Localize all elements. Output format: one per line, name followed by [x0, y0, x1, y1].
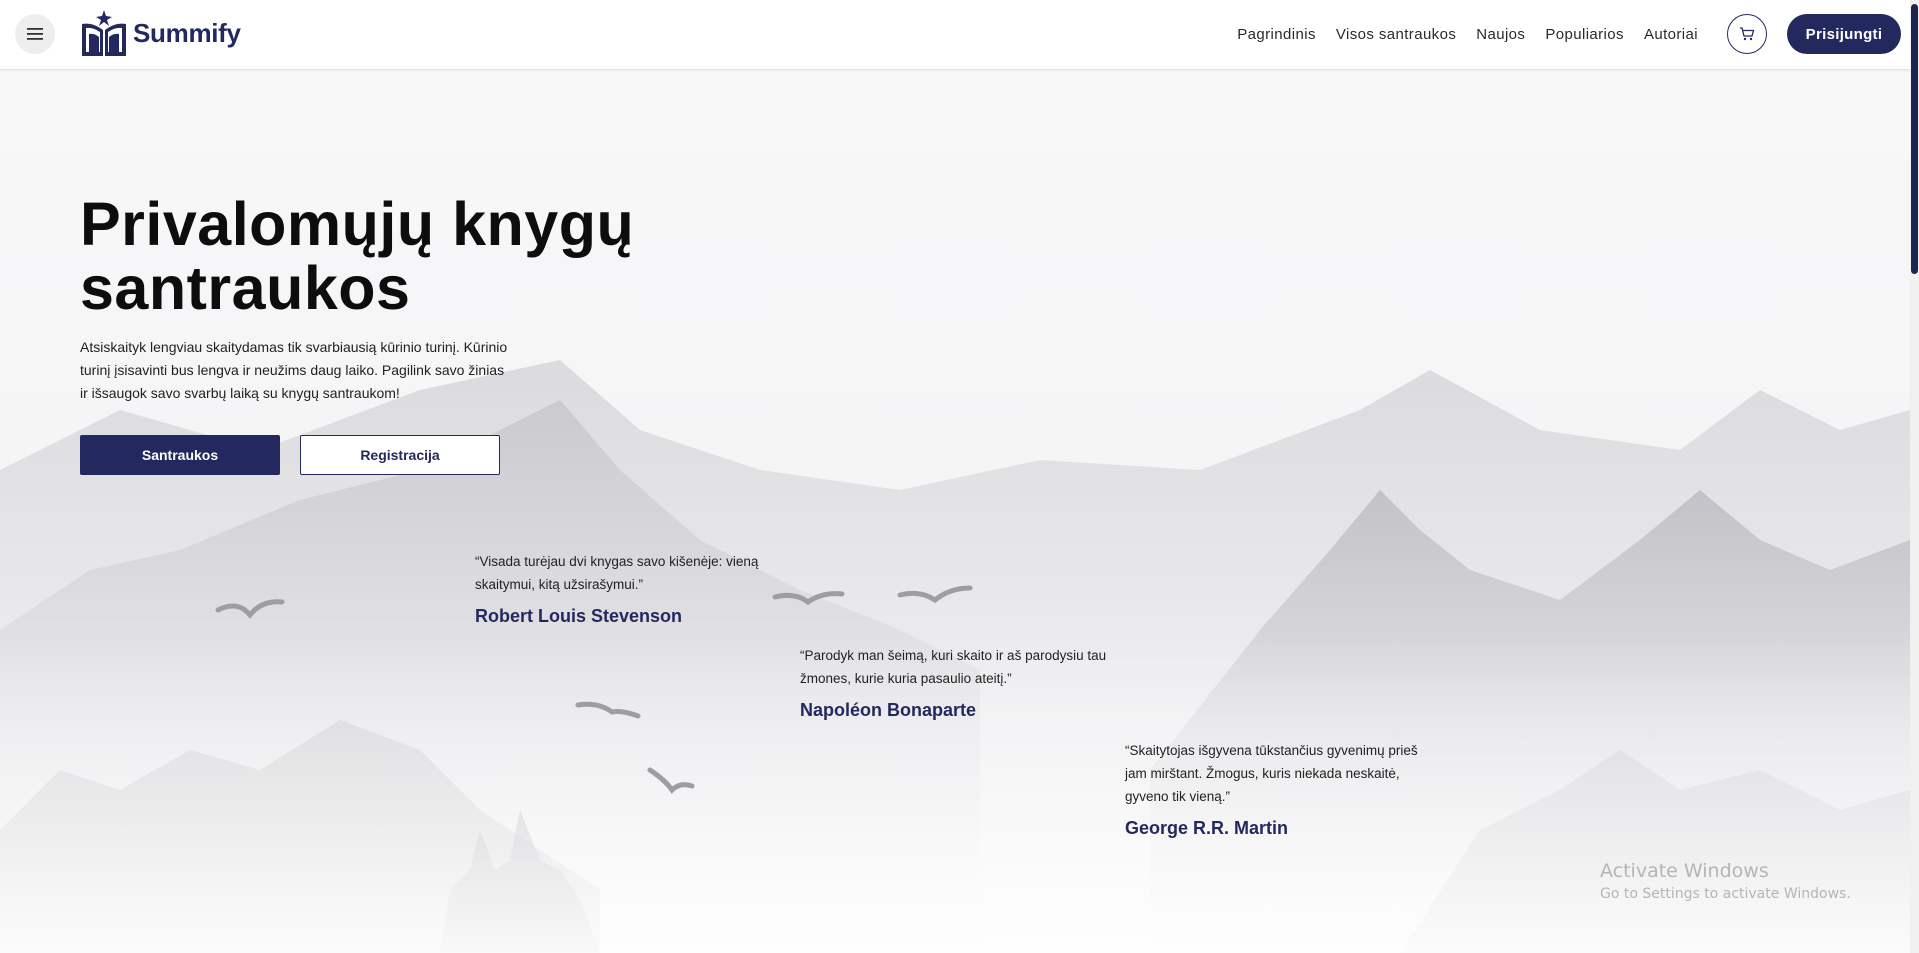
quote-author: George R.R. Martin: [1125, 818, 1289, 838]
nav-item-autoriai[interactable]: Autoriai: [1644, 26, 1698, 43]
cart-button[interactable]: [1727, 14, 1767, 54]
brand-name: Summify: [133, 17, 241, 48]
nav-item-pagrindinis[interactable]: Pagrindinis: [1237, 26, 1316, 43]
activate-windows-title: Activate Windows: [1600, 860, 1769, 882]
cart-icon: [1740, 27, 1755, 41]
book-star-logo-icon: [82, 10, 126, 57]
quote-author: Robert Louis Stevenson: [475, 606, 683, 626]
summaries-button[interactable]: Santraukos: [80, 435, 280, 475]
brand-logo[interactable]: Summify: [79, 8, 241, 58]
quote-card: “Visada turėjau dvi knygas savo kišenėje…: [475, 550, 775, 627]
hamburger-menu-icon: [27, 28, 43, 40]
hero-title: Privalomųjų knygų santraukos: [80, 190, 635, 322]
quote-author: Napoléon Bonaparte: [800, 700, 977, 720]
registration-button[interactable]: Registracija: [300, 435, 500, 475]
quote-card: “Parodyk man šeimą, kuri skaito ir aš pa…: [800, 644, 1120, 721]
quote-card: “Skaitytojas išgyvena tūkstančius gyveni…: [1125, 739, 1435, 839]
page-scrollbar[interactable]: [1910, 0, 1919, 953]
nav-item-visos-santraukos[interactable]: Visos santraukos: [1336, 26, 1456, 43]
activate-windows-subtitle: Go to Settings to activate Windows.: [1600, 886, 1851, 902]
login-button[interactable]: Prisijungti: [1787, 14, 1901, 54]
quote-text: “Visada turėjau dvi knygas savo kišenėje…: [475, 554, 759, 592]
quote-text: “Parodyk man šeimą, kuri skaito ir aš pa…: [800, 648, 1107, 686]
top-navbar: Summify Pagrindinis Visos santraukos Nau…: [0, 0, 1910, 70]
scrollbar-thumb[interactable]: [1911, 4, 1918, 274]
hero-description: Atsiskaityk lengviau skaitydamas tik sva…: [80, 339, 508, 401]
hamburger-menu-button[interactable]: [15, 14, 55, 54]
quote-text: “Skaitytojas išgyvena tūkstančius gyveni…: [1125, 743, 1418, 804]
main-nav: Pagrindinis Visos santraukos Naujos Popu…: [1237, 0, 1698, 68]
nav-item-populiarios[interactable]: Populiarios: [1545, 26, 1624, 43]
nav-item-naujos[interactable]: Naujos: [1476, 26, 1525, 43]
